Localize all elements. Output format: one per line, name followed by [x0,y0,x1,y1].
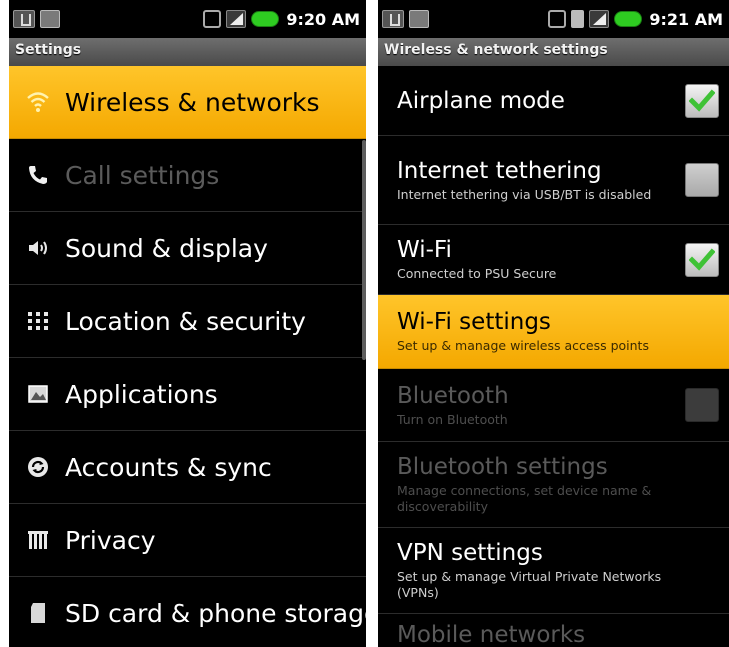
settings-item-sd-card-storage[interactable]: SD card & phone storage [9,577,366,647]
settings-item-sound-display[interactable]: Sound & display [9,212,366,285]
status-bar: 9:20 AM [9,0,366,38]
settings-item-accounts-sync[interactable]: Accounts & sync [9,431,366,504]
status-clock: 9:20 AM [286,9,360,29]
setting-summary: Set up & manage Virtual Private Networks… [397,569,662,600]
setting-summary: Connected to PSU Secure [397,266,557,282]
setting-title: Internet tethering [397,157,602,184]
screen-title: Wireless & network settings [378,38,729,66]
screen-title: Settings [9,38,366,66]
settings-item-label: Privacy [65,525,156,555]
settings-item-privacy[interactable]: Privacy [9,504,366,577]
settings-item-label: SD card & phone storage [65,598,366,628]
setting-title: Mobile networks [397,622,586,647]
privacy-icon [25,527,51,553]
check-icon [689,88,715,112]
sim-card-icon [571,10,585,28]
airplane-mode-checkbox[interactable] [685,83,719,118]
vibrate-icon [548,10,567,28]
wifi-icon [25,89,51,115]
settings-item-applications[interactable]: Applications [9,358,366,431]
setting-wifi-settings[interactable]: Wi-Fi settings Set up & manage wireless … [378,295,729,369]
setting-title: Airplane mode [397,87,565,114]
usb-debug-icon [382,10,404,28]
settings-list: Wireless & networks Call settings Sound … [9,66,366,647]
usb-debug-icon [13,10,35,28]
internet-tethering-checkbox[interactable] [685,163,719,197]
setting-vpn-settings[interactable]: VPN settings Set up & manage Virtual Pri… [378,528,729,614]
phone-icon [25,162,51,188]
grid-icon [25,308,51,334]
speaker-icon [25,235,51,261]
applications-icon [25,381,51,407]
setting-title: Bluetooth [397,382,509,409]
settings-item-label: Wireless & networks [65,87,320,117]
setting-bluetooth[interactable]: Bluetooth Turn on Bluetooth [378,369,729,442]
setting-title: Wi-Fi [397,237,452,264]
setting-bluetooth-settings[interactable]: Bluetooth settings Manage connections, s… [378,442,729,528]
vibrate-icon [203,10,222,28]
setting-title: Wi-Fi settings [397,309,551,336]
setting-internet-tethering[interactable]: Internet tethering Internet tethering vi… [378,136,729,225]
wifi-checkbox[interactable] [685,242,719,277]
setting-summary: Manage connections, set device name & di… [397,483,652,514]
setting-wifi[interactable]: Wi-Fi Connected to PSU Secure [378,225,729,295]
sd-card-notification-icon [40,10,60,28]
setting-summary: Turn on Bluetooth [397,411,508,427]
scrollbar[interactable] [362,140,366,360]
battery-icon [251,11,280,27]
settings-item-label: Applications [65,379,218,409]
setting-airplane-mode[interactable]: Airplane mode [378,66,729,136]
setting-mobile-networks[interactable]: Mobile networks [378,614,729,647]
sd-card-notification-icon [409,10,429,28]
settings-item-call-settings[interactable]: Call settings [9,139,366,212]
setting-summary: Set up & manage wireless access points [397,338,649,354]
check-icon [689,247,715,271]
settings-item-location-security[interactable]: Location & security [9,285,366,358]
settings-item-label: Location & security [65,306,306,336]
settings-screen: 9:20 AM Settings Wireless & networks Cal… [9,0,366,647]
battery-icon [614,11,643,27]
settings-item-label: Sound & display [65,233,268,263]
signal-icon [589,10,610,28]
setting-summary: Internet tethering via USB/BT is disable… [397,186,652,202]
status-bar: 9:21 AM [378,0,729,38]
setting-title: Bluetooth settings [397,454,608,481]
sync-icon [25,454,51,480]
settings-item-wireless-networks[interactable]: Wireless & networks [9,66,366,139]
setting-title: VPN settings [397,540,543,567]
settings-item-label: Call settings [65,160,220,190]
wireless-settings-list: Airplane mode Internet tethering Interne… [378,66,729,647]
status-clock: 9:21 AM [649,9,723,29]
settings-item-label: Accounts & sync [65,452,272,482]
wireless-network-settings-screen: 9:21 AM Wireless & network settings Airp… [378,0,729,647]
signal-icon [226,10,247,28]
bluetooth-checkbox[interactable] [685,388,719,422]
sd-card-icon [25,600,51,626]
